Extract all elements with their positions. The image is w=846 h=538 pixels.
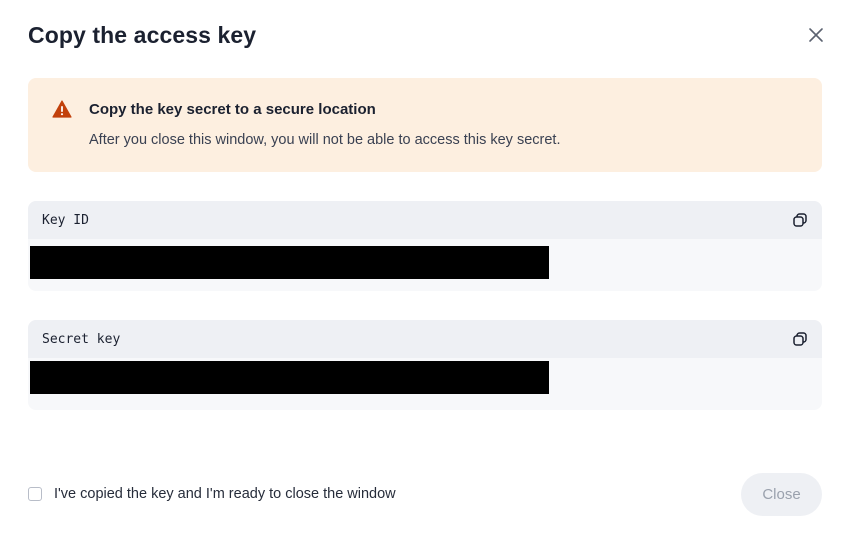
- key-id-field: Key ID: [28, 201, 822, 291]
- dialog-title: Copy the access key: [28, 22, 257, 48]
- warning-icon: [52, 100, 72, 118]
- confirm-label[interactable]: I've copied the key and I'm ready to clo…: [54, 486, 396, 502]
- warning-title: Copy the key secret to a secure location: [89, 101, 376, 118]
- confirm-checkbox[interactable]: [28, 487, 42, 501]
- access-key-dialog: Copy the access key Copy the key secret …: [0, 0, 846, 538]
- warning-text: After you close this window, you will no…: [89, 132, 561, 148]
- key-id-header: Key ID: [28, 201, 822, 239]
- secret-key-field: Secret key: [28, 320, 822, 410]
- close-button[interactable]: Close: [741, 473, 822, 516]
- key-id-value-redacted: [30, 246, 549, 279]
- secret-key-header: Secret key: [28, 320, 822, 358]
- copy-icon[interactable]: [792, 212, 808, 228]
- secret-key-label: Secret key: [42, 332, 121, 347]
- secret-key-value-redacted: [30, 361, 549, 394]
- warning-banner: Copy the key secret to a secure location…: [28, 78, 822, 172]
- close-icon[interactable]: [806, 25, 826, 45]
- confirm-row[interactable]: I've copied the key and I'm ready to clo…: [28, 486, 396, 502]
- copy-icon[interactable]: [792, 331, 808, 347]
- key-id-label: Key ID: [42, 213, 89, 228]
